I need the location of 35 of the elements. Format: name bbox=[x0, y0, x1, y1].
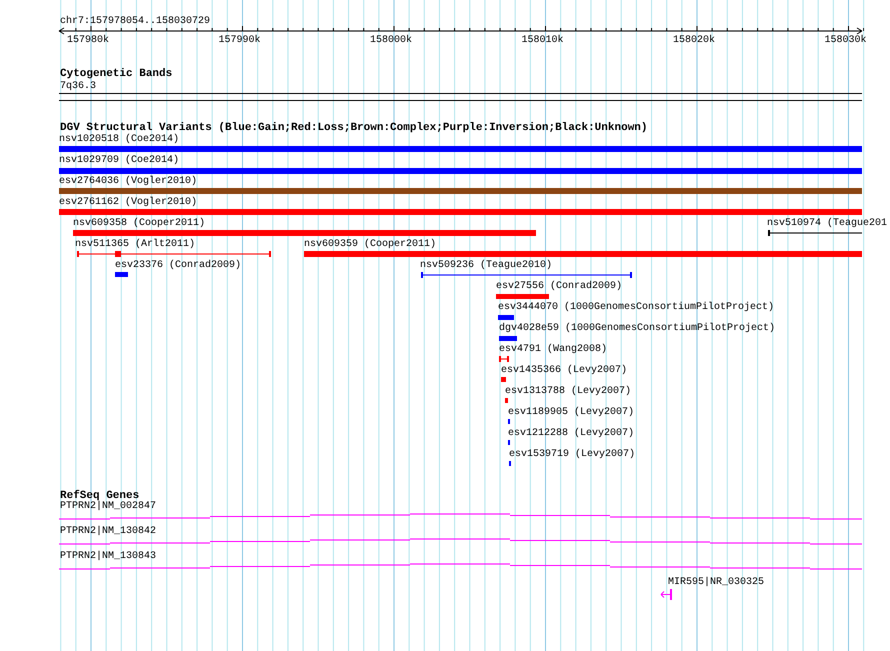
variant-label: esv1313788 (Levy2007) bbox=[505, 386, 632, 398]
gene-label: PTPRN2|NM_002847 bbox=[60, 501, 156, 513]
variant-label: nsv1020518 (Coe2014) bbox=[59, 134, 180, 146]
variant-label: esv1435366 (Levy2007) bbox=[501, 365, 628, 377]
track-title: RefSeq Genes bbox=[60, 489, 140, 502]
ruler-tick-label: 157980k bbox=[66, 35, 110, 47]
variant-label: nsv1029709 (Coe2014) bbox=[59, 155, 180, 167]
ruler-tick-label: 158030k bbox=[823, 35, 868, 47]
variant-label: nsv510974 (Teague201 bbox=[767, 218, 888, 230]
gene-label: PTPRN2|NM_130842 bbox=[60, 526, 156, 538]
band-label: 7q36.3 bbox=[60, 81, 96, 93]
variant-label: esv2761162 (Vogler2010) bbox=[59, 197, 198, 209]
variant-label: esv27556 (Conrad2009) bbox=[496, 281, 622, 293]
variant-label: esv2764036 (Vogler2010) bbox=[59, 176, 198, 188]
variant-label: esv1212288 (Levy2007) bbox=[508, 428, 634, 440]
gene-label: PTPRN2|NM_130843 bbox=[60, 551, 156, 563]
variant-label: esv3444070 (1000GenomesConsortiumPilotProject) bbox=[498, 302, 774, 314]
variant-label: esv1539719 (Levy2007) bbox=[509, 449, 636, 461]
variant-label: dgv4028e59 (1000GenomesConsortiumPilotProject) bbox=[499, 323, 776, 335]
variant-label: esv23376 (Conrad2009) bbox=[115, 260, 242, 272]
variant-label: nsv509236 (Teague2010) bbox=[420, 260, 552, 272]
ruler-tick-label: 158020k bbox=[672, 35, 716, 47]
ruler-tick-label: 158010k bbox=[520, 35, 564, 47]
ruler-tick-label: 158000k bbox=[368, 35, 413, 47]
variant-label: esv1189905 (Levy2007) bbox=[508, 407, 634, 419]
location-label: chr7:157978054..158030729 bbox=[60, 16, 210, 28]
track-title: Cytogenetic Bands bbox=[60, 67, 172, 81]
gene-label: MIR595|NR_030325 bbox=[668, 577, 764, 589]
variant-label: nsv609358 (Cooper2011) bbox=[73, 218, 206, 230]
variant-label: nsv511365 (Arlt2011) bbox=[75, 239, 196, 251]
track-title: DGV Structural Variants (Blue:Gain;Red:Loss;Brown:Complex;Purple:Inversion;Black:Unknown) bbox=[60, 121, 648, 134]
ruler-tick-label: 157990k bbox=[217, 35, 262, 47]
left-arrow-icon bbox=[660, 589, 673, 600]
variant-label: esv4791 (Wang2008) bbox=[499, 344, 608, 356]
variant-label: nsv609359 (Cooper2011) bbox=[304, 239, 436, 251]
